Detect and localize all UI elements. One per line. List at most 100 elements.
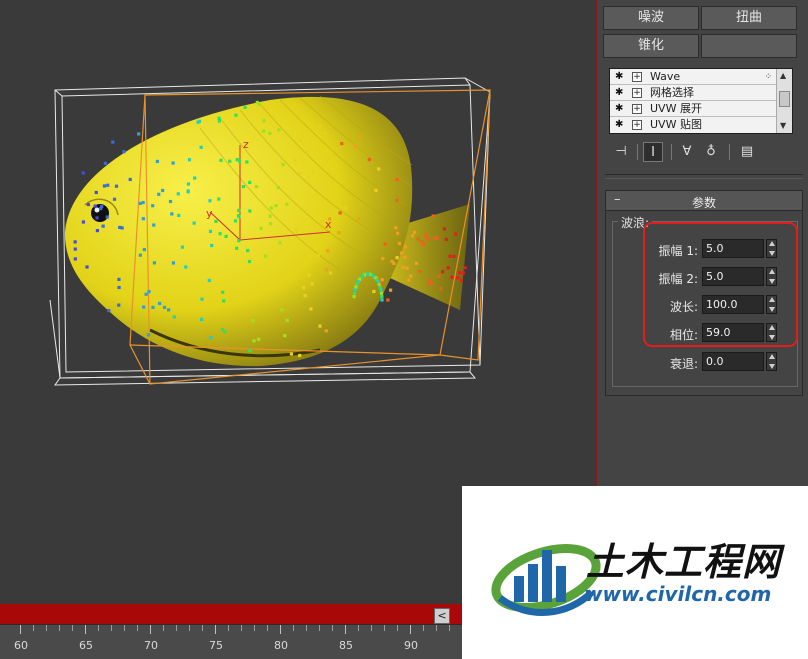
stack-item-uvw-map[interactable]: ✱ + UVW 贴图: [610, 117, 776, 133]
ruler-frame-label: 85: [339, 639, 353, 652]
ruler-tick: [293, 625, 294, 631]
lightbulb-icon[interactable]: ✱: [615, 119, 625, 131]
empty-modifier-button[interactable]: [701, 34, 797, 58]
vertex-dot: [424, 233, 428, 237]
vertex-dot: [328, 217, 332, 221]
vertex-dot: [118, 225, 122, 230]
vertex-dot: [405, 266, 409, 270]
taper-modifier-button[interactable]: 锥化: [603, 34, 699, 58]
expand-icon[interactable]: +: [632, 120, 642, 130]
ruler-tick: [176, 625, 177, 631]
time-slider-prev-button[interactable]: <: [434, 608, 450, 624]
configure-modifier-sets-icon[interactable]: ▤: [737, 142, 757, 162]
stack-item-mesh-select[interactable]: ✱ + 网格选择: [610, 85, 776, 101]
vertex-dot: [180, 245, 185, 249]
vertex-dot: [237, 208, 241, 213]
vertex-dot: [396, 231, 400, 235]
stack-scrollbar[interactable]: ▲ ▼: [776, 69, 792, 133]
vertex-dot: [418, 269, 422, 274]
vertex-dot: [171, 261, 176, 265]
ruler-frame-label: 75: [209, 639, 223, 652]
ruler-tick: [423, 625, 424, 631]
vertex-dot: [237, 239, 241, 243]
ruler-tick: [397, 625, 398, 631]
twist-modifier-button[interactable]: 扭曲: [701, 6, 797, 30]
vertex-dot: [355, 282, 359, 286]
vertex-dot: [99, 206, 103, 211]
vertex-dot: [255, 100, 259, 105]
toolbar-separator: [637, 144, 638, 160]
decay-spinner[interactable]: [766, 352, 777, 371]
vertex-dot: [95, 216, 99, 220]
make-unique-icon[interactable]: ∀: [677, 142, 697, 162]
vertex-dot: [138, 253, 142, 257]
stack-item-unwrap-uvw[interactable]: ✱ + UVW 展开: [610, 101, 776, 117]
vertex-dot: [105, 215, 109, 219]
fish-model[interactable]: [64, 95, 470, 367]
vertex-dot: [380, 298, 384, 302]
vertex-dot: [431, 214, 435, 218]
vertex-dot: [429, 282, 433, 286]
vertex-dot: [161, 188, 165, 193]
ruler-tick: [436, 625, 437, 631]
vertex-dot: [146, 333, 151, 337]
vertex-dot: [409, 274, 413, 278]
vertex-dot: [158, 301, 162, 306]
vertex-dot: [193, 176, 197, 180]
vertex-dot: [196, 120, 200, 124]
vertex-dot: [274, 204, 278, 208]
vertex-dot: [176, 192, 180, 196]
vertex-dot: [217, 116, 221, 120]
stack-item-label: UVW 贴图: [650, 118, 702, 131]
vertex-dot: [454, 232, 458, 236]
stack-item-wave[interactable]: ✱ + Wave ⁘: [610, 69, 776, 85]
lightbulb-icon[interactable]: ✱: [615, 103, 625, 115]
scroll-up-icon[interactable]: ▲: [780, 71, 786, 80]
vertex-dot: [285, 202, 289, 206]
scroll-thumb[interactable]: [779, 91, 790, 107]
vertex-dot: [152, 261, 157, 265]
parameters-rollout-header[interactable]: – 参数: [606, 191, 802, 211]
ruler-tick: [111, 625, 112, 631]
vertex-dot: [324, 267, 329, 272]
vertex-dot: [354, 285, 358, 289]
lightbulb-icon[interactable]: ✱: [615, 87, 625, 99]
vertex-dot: [403, 255, 407, 259]
ruler-tick: [72, 625, 73, 631]
decay-input[interactable]: 0.0: [702, 352, 764, 371]
modifier-stack-list[interactable]: ✱ + Wave ⁘ ✱ + 网格选择 ✱ + UVW 展开 ✱ + UVW 贴…: [609, 68, 793, 134]
vertex-dot: [353, 288, 357, 292]
show-end-result-icon[interactable]: Ⅰ: [643, 142, 663, 162]
vertex-dot: [298, 171, 302, 175]
vertex-dot: [318, 124, 322, 128]
vertex-dot: [307, 273, 311, 277]
scroll-down-icon[interactable]: ▼: [780, 121, 786, 130]
remove-modifier-icon[interactable]: ♁: [701, 142, 721, 162]
ruler-tick: [59, 625, 60, 631]
noise-modifier-button[interactable]: 噪波: [603, 6, 699, 30]
expand-icon[interactable]: +: [632, 88, 642, 98]
gizmo-y-label: y: [206, 207, 213, 220]
ruler-tick: [410, 625, 411, 634]
ruler-tick: [384, 625, 385, 631]
vertex-dot: [318, 324, 322, 328]
timeline-ruler[interactable]: 60 65 70 75 80 85 90: [0, 624, 462, 659]
vertex-dot: [322, 178, 326, 182]
vertex-dot: [377, 167, 381, 171]
expand-icon[interactable]: +: [632, 104, 642, 114]
ruler-tick: [254, 625, 255, 631]
expand-icon[interactable]: +: [632, 72, 642, 82]
vertex-dot: [208, 199, 212, 203]
vertex-dot: [277, 128, 281, 132]
pin-stack-icon[interactable]: ⊣: [611, 142, 631, 162]
vertex-dot: [117, 277, 121, 282]
vertex-dot: [214, 219, 218, 224]
vertex-dot: [171, 161, 175, 165]
vertex-dot: [322, 186, 326, 191]
toolbar-separator: [671, 144, 672, 160]
lightbulb-icon[interactable]: ✱: [615, 71, 625, 83]
vertex-dot: [155, 159, 160, 164]
vertex-dot: [352, 295, 356, 299]
time-slider-track[interactable]: [0, 604, 462, 624]
vertex-dot: [298, 138, 302, 142]
